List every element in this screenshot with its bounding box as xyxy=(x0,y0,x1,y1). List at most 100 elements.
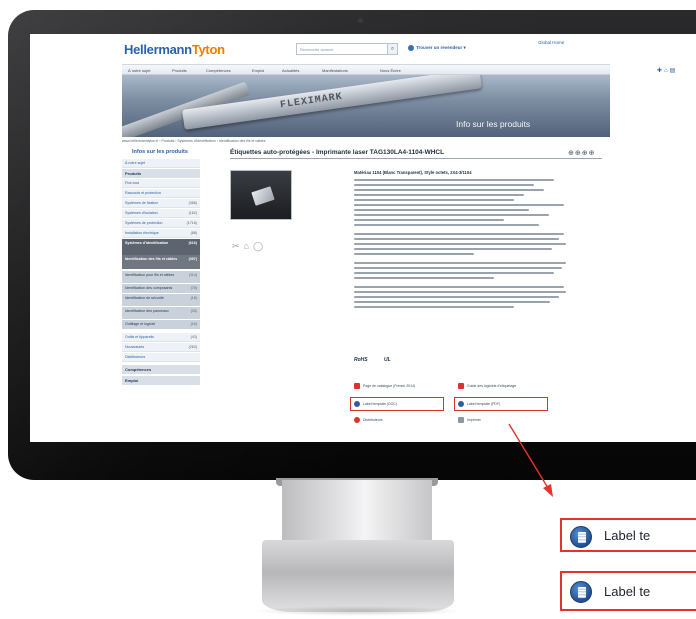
distributors-link[interactable]: Distributeurs xyxy=(354,417,383,423)
download-template-pdf[interactable]: Label template (PDF) xyxy=(458,401,500,407)
location-icon xyxy=(354,417,360,423)
sidebar-item[interactable]: Systèmes de fixation (366) xyxy=(122,199,200,208)
description-line xyxy=(354,189,544,191)
title-divider xyxy=(230,158,602,159)
arrow-head xyxy=(543,484,553,497)
template-icon xyxy=(570,581,592,603)
template-icon xyxy=(570,526,592,548)
find-reseller-link[interactable]: Trouver un revendeur ▾ xyxy=(408,45,466,51)
sidebar-item[interactable]: Outils et Appareils (43) xyxy=(122,333,200,342)
description-line xyxy=(354,286,564,288)
globe-icon xyxy=(408,45,414,51)
sidebar-item-label: Systèmes d'isolation xyxy=(125,211,158,215)
download-label: Page de catalogue (French 2014) xyxy=(363,383,416,388)
description-line xyxy=(354,204,564,206)
hero-banner: FLEXIMARK Info sur les produits xyxy=(122,75,610,137)
sidebar-item-back[interactable]: À notre sujet xyxy=(122,159,200,168)
sidebar-item-label: Identification pour fils et câbles xyxy=(125,273,175,277)
nav-item-products[interactable]: Produits xyxy=(172,68,187,73)
product-thumbnails[interactable]: ✂⌂◯ xyxy=(232,241,267,252)
download-label: Label template (PDF) xyxy=(467,401,501,406)
nav-item-about[interactable]: À notre sujet xyxy=(128,68,150,73)
sidebar-item[interactable]: Raccords et protection xyxy=(122,189,200,198)
sidebar-subitem[interactable]: Identification pour fils et câbles (114) xyxy=(122,271,200,283)
monitor-stand-shadow xyxy=(252,606,464,616)
sidebar-section-competences[interactable]: Compétences xyxy=(122,365,200,374)
nav-item-events[interactable]: Manifestations xyxy=(322,68,348,73)
callout-label: Label te xyxy=(604,584,651,599)
find-reseller-label: Trouver un revendeur xyxy=(416,45,463,51)
ul-badge: UL xyxy=(384,357,391,363)
sidebar-item[interactable]: Installation électrique (88) xyxy=(122,229,200,238)
share-icons[interactable]: ⊕⊕⊕⊕ xyxy=(568,149,595,157)
sidebar-item-active[interactable]: Systèmes d'identification (616) xyxy=(122,239,200,255)
sidebar-item-count: (16) xyxy=(190,322,197,326)
print-icon xyxy=(458,417,464,423)
monitor-stand-neck xyxy=(282,480,432,542)
description-line xyxy=(354,301,550,303)
sidebar-item[interactable]: Distributeurs xyxy=(122,353,200,362)
nav-item-competences[interactable]: Compétences xyxy=(206,68,231,73)
sidebar-item-count: (1716) xyxy=(186,221,197,225)
sidebar-item-label: Systèmes de protection xyxy=(125,221,163,225)
site-header: HellermannTyton Recherche avancé ⌕ Trouv… xyxy=(30,34,696,64)
description-line xyxy=(354,272,554,274)
sidebar-item-label: Outils et Appareils xyxy=(125,335,154,339)
logo-part1: Hellermann xyxy=(124,42,192,57)
sidebar-item[interactable]: Systèmes d'isolation (162) xyxy=(122,209,200,218)
sidebar-item[interactable]: Nouveautés (263) xyxy=(122,343,200,352)
sidebar-item-count: (263) xyxy=(188,345,197,349)
callout-label: Label te xyxy=(604,528,651,543)
sidebar-subitem[interactable]: Identification des panneaux (33) xyxy=(122,307,200,319)
sidebar-item-label: Distributeurs xyxy=(125,355,146,359)
sidebar-item-label: Systèmes d'identification xyxy=(125,241,169,245)
search-input[interactable]: Recherche avancé xyxy=(296,43,388,55)
description-line xyxy=(354,214,549,216)
site-logo[interactable]: HellermannTyton xyxy=(124,42,225,57)
sidebar-item-count: (114) xyxy=(188,273,197,277)
description-line xyxy=(354,224,539,226)
banner-info-link[interactable]: Info sur les produits xyxy=(456,119,530,129)
description-line xyxy=(354,199,514,201)
sidebar-item-count: (43) xyxy=(190,335,197,339)
sidebar-item-label: Compétences xyxy=(125,367,152,372)
search-button[interactable]: ⌕ xyxy=(388,43,398,55)
sidebar-section-products[interactable]: Produits xyxy=(122,169,200,178)
page-title: Étiquettes auto-protégées - Imprimante l… xyxy=(230,149,445,156)
sidebar-subitem[interactable]: Identification de sécurité (18) xyxy=(122,294,200,306)
download-catalogue[interactable]: Page de catalogue (French 2014) xyxy=(354,383,415,389)
description-line xyxy=(354,253,474,255)
sidebar-item-count: (616) xyxy=(188,241,197,245)
description-line xyxy=(354,238,559,240)
sidebar-section-jobs[interactable]: Emploi xyxy=(122,376,200,385)
sidebar-item-label: Identification de sécurité xyxy=(125,296,164,300)
print-link[interactable]: Imprimer xyxy=(458,417,481,423)
sidebar-item-count: (78) xyxy=(190,286,197,290)
sidebar-item[interactable]: Fixe-tout xyxy=(122,179,200,188)
global-home-link[interactable]: Global Home xyxy=(538,40,564,45)
pdf-icon xyxy=(458,383,464,389)
sidebar-subitem[interactable]: Identification des composants (78) xyxy=(122,284,200,293)
sidebar-item-label: Emploi xyxy=(125,378,139,383)
nav-tool-icons[interactable]: ✚⌂▤ xyxy=(657,67,677,74)
sidebar-item[interactable]: Systèmes de protection (1716) xyxy=(122,219,200,228)
template-icon xyxy=(458,401,464,407)
product-image[interactable] xyxy=(230,170,292,220)
label-sheet-image xyxy=(251,186,275,206)
camera-icon xyxy=(358,18,363,23)
sidebar-subitem-active[interactable]: Identification des fils et câbles (397) xyxy=(122,255,200,269)
pdf-icon xyxy=(354,383,360,389)
description-line xyxy=(354,219,504,221)
nav-item-contact[interactable]: Nous Écrire xyxy=(380,68,401,73)
nav-item-news[interactable]: Actualités xyxy=(282,68,299,73)
zoom-callout-doc: Label te xyxy=(560,518,696,552)
sidebar-subitem[interactable]: Outillage et logiciel (16) xyxy=(122,320,200,329)
breadcrumb[interactable]: www.hellermanntyton.fr › Produits › Syst… xyxy=(122,139,265,143)
sidebar-item-label: Produits xyxy=(125,171,142,176)
download-software-guide[interactable]: Guide des logiciels d'étiquetage xyxy=(458,383,516,389)
download-template-doc[interactable]: Label template (DOC) xyxy=(354,401,397,407)
description-line xyxy=(354,262,566,264)
sidebar-item-label: Installation électrique xyxy=(125,231,159,235)
rohs-badge: RoHS xyxy=(354,357,368,363)
nav-item-jobs[interactable]: Emploi xyxy=(252,68,264,73)
